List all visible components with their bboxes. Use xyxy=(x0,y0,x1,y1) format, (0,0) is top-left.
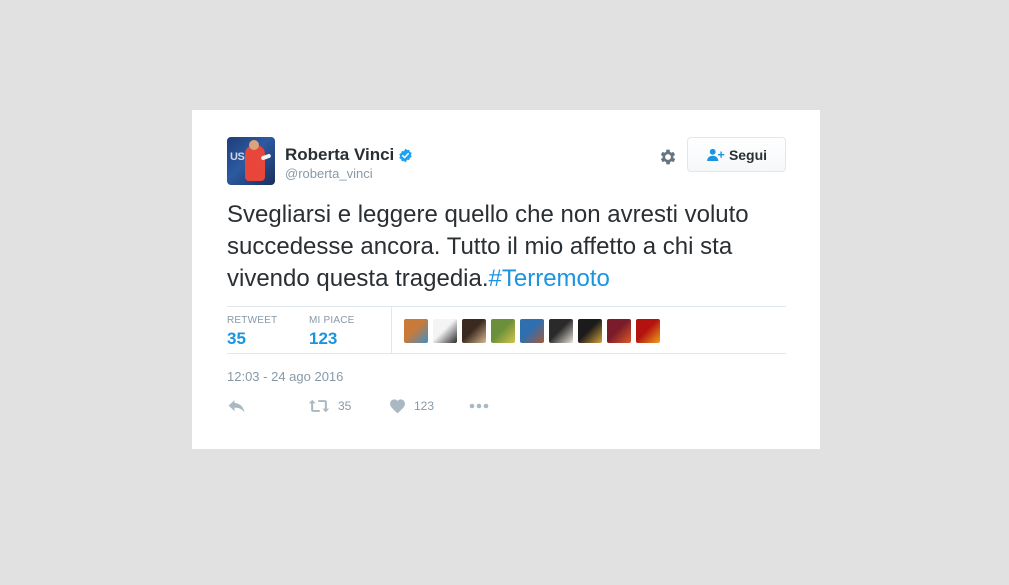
heart-icon xyxy=(390,399,405,414)
author-avatar[interactable]: US xyxy=(227,137,275,185)
verified-badge-icon xyxy=(399,148,412,162)
liker-avatar[interactable] xyxy=(404,319,428,343)
liker-avatar[interactable] xyxy=(636,319,660,343)
likes-stat-label: MI PIACE xyxy=(309,315,355,326)
retweet-button[interactable]: 35 xyxy=(308,398,351,414)
reply-button[interactable] xyxy=(227,398,246,414)
follow-button-label: Segui xyxy=(728,146,768,163)
retweet-stat-count: 35 xyxy=(227,329,246,348)
likes-stat-count: 123 xyxy=(309,329,338,348)
liker-avatars xyxy=(404,319,665,343)
avatar-head-shape xyxy=(249,140,259,150)
stats-divider xyxy=(391,307,392,353)
author-name-row: Roberta Vinci xyxy=(285,145,413,165)
tweet-timestamp[interactable]: 12:03 - 24 ago 2016 xyxy=(227,369,343,384)
user-plus-icon xyxy=(707,148,725,161)
reply-icon xyxy=(228,400,245,413)
hashtag-link[interactable]: #Terremoto xyxy=(489,265,610,292)
avatar-player-shape xyxy=(245,145,265,181)
follow-button[interactable]: Segui xyxy=(687,137,786,172)
retweet-icon xyxy=(308,399,330,413)
likes-stat[interactable]: MI PIACE 123 xyxy=(309,315,355,349)
liker-avatar[interactable] xyxy=(607,319,631,343)
liker-avatar[interactable] xyxy=(462,319,486,343)
tweet-card: US Roberta Vinci @roberta_vinci Segui Sv xyxy=(192,110,820,449)
retweet-action-count: 35 xyxy=(338,399,352,413)
retweet-stat[interactable]: RETWEET 35 xyxy=(227,315,277,349)
tweet-stats: RETWEET 35 MI PIACE 123 xyxy=(227,306,786,354)
liker-avatar[interactable] xyxy=(578,319,602,343)
tweet-header: US Roberta Vinci @roberta_vinci Segui xyxy=(227,137,786,185)
liker-avatar[interactable] xyxy=(520,319,544,343)
liker-avatar[interactable] xyxy=(491,319,515,343)
avatar-logo-text: US xyxy=(230,151,245,163)
retweet-stat-label: RETWEET xyxy=(227,315,278,326)
more-icon xyxy=(469,403,489,409)
author-name[interactable]: Roberta Vinci xyxy=(285,145,394,165)
like-button[interactable]: 123 xyxy=(389,398,434,414)
like-action-count: 123 xyxy=(414,399,435,413)
liker-avatar[interactable] xyxy=(549,319,573,343)
tweet-actions: 35 123 xyxy=(227,398,527,418)
more-button[interactable] xyxy=(469,398,489,414)
gear-icon[interactable] xyxy=(658,147,678,167)
author-handle[interactable]: @roberta_vinci xyxy=(285,166,373,181)
liker-avatar[interactable] xyxy=(433,319,457,343)
tweet-text: Svegliarsi e leggere quello che non avre… xyxy=(227,199,787,295)
